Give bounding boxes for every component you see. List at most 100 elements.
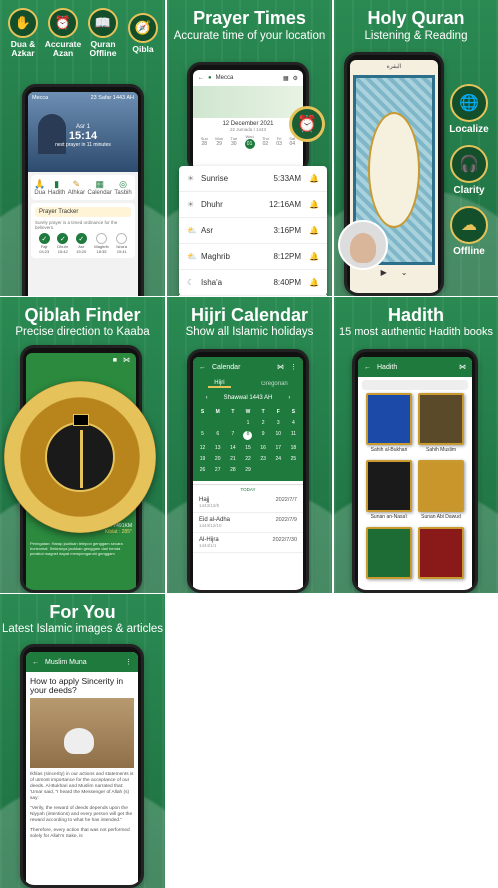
feature-qibla[interactable]: 🧭 Qibla	[124, 12, 162, 54]
bell-icon[interactable]: 🔔	[309, 174, 319, 183]
calendar-day[interactable]: 9	[256, 431, 271, 440]
week-day-number: 29	[216, 141, 222, 147]
calendar-day[interactable]: 13	[210, 445, 225, 451]
calendar-day[interactable]: 10	[271, 431, 286, 440]
calendar-day[interactable]: 26	[195, 467, 210, 473]
week-day[interactable]: Tue 30	[230, 136, 237, 147]
calendar-day[interactable]: 11	[286, 431, 301, 440]
tracker-day[interactable]: Isha'a 19:41	[116, 233, 128, 254]
calendar-day[interactable]: 29	[240, 467, 255, 473]
chevron-down-icon[interactable]: ⌄	[401, 268, 408, 277]
tab-hijri[interactable]: Hijri	[208, 380, 231, 388]
book-item[interactable]: Sahih al-Bukhari	[366, 393, 412, 454]
week-day[interactable]: Thu 02	[262, 136, 269, 147]
book-item[interactable]: Sunan an-Nasa'i	[366, 460, 412, 521]
calendar-day[interactable]: 7	[225, 431, 240, 440]
tracker-day[interactable]: ✓ Asr 15:20	[75, 233, 87, 254]
week-day-number: 02	[262, 141, 269, 147]
calendar-day[interactable]: 22	[240, 456, 255, 462]
back-arrow-icon[interactable]: ←	[32, 659, 39, 666]
tracker-day[interactable]: ✓ Fajr 04:23	[38, 233, 50, 254]
calendar-day[interactable]: 1	[240, 420, 255, 426]
holiday-row[interactable]: Hajj 1443/12/8 2022/7/7	[193, 493, 303, 513]
calendar-day[interactable]: 2	[256, 420, 271, 426]
week-day[interactable]: Mon 29	[215, 136, 223, 147]
tab-gregorian[interactable]: Gregorian	[261, 381, 288, 387]
prayer-row[interactable]: ⛅ Maghrib 8:12PM 🔔	[179, 244, 327, 270]
week-day[interactable]: Wed 01	[244, 134, 255, 149]
prayer-row[interactable]: ☀ Sunrise 5:33AM 🔔	[179, 166, 327, 192]
holiday-row[interactable]: Al-Hijra 1444/1/1 2022/7/30	[193, 533, 303, 553]
calendar-day[interactable]: 16	[256, 445, 271, 451]
gear-icon[interactable]: ⚙	[293, 75, 298, 82]
calendar-day[interactable]: 4	[286, 420, 301, 426]
weekday-header: S	[200, 409, 205, 415]
calendar-day[interactable]: 24	[271, 456, 286, 462]
prayer-row[interactable]: ☾ Isha'a 8:40PM 🔔	[179, 270, 327, 296]
selected-day[interactable]: 8	[243, 431, 253, 440]
compass-dial[interactable]	[4, 381, 156, 533]
menu-hadith[interactable]: ▮ Hadith	[48, 179, 65, 196]
calendar-day[interactable]: 14	[225, 445, 240, 451]
play-icon[interactable]: ▶	[381, 268, 387, 277]
back-arrow-icon[interactable]: ←	[364, 364, 371, 371]
bell-icon[interactable]: 🔔	[309, 200, 319, 209]
location-label[interactable]: Mecca	[216, 75, 234, 81]
tracker-day[interactable]: Maghrib 18:35	[94, 233, 109, 254]
tracker-day[interactable]: ✓ Dhuhr 15:42	[57, 233, 69, 254]
prayer-row[interactable]: ⛅ Asr 3:16PM 🔔	[179, 218, 327, 244]
prayer-tracker-card[interactable]: Prayer Tracker Surely prayer is a timed …	[31, 203, 135, 258]
bell-icon[interactable]: 🔔	[309, 226, 319, 235]
calendar-day[interactable]: 12	[195, 445, 210, 451]
feature-azan[interactable]: ⏰ Accurate Azan	[44, 8, 82, 58]
praying-person	[64, 728, 94, 754]
menu-calendar[interactable]: ▦ Calendar	[88, 179, 112, 196]
chevron-right-icon[interactable]: ›	[288, 395, 290, 401]
calendar-day[interactable]: 15	[240, 445, 255, 451]
feature-dua[interactable]: ✋ Dua & Azkar	[4, 8, 42, 58]
calendar-day[interactable]: 8	[240, 431, 255, 440]
back-arrow-icon[interactable]: ←	[199, 364, 206, 371]
menu-tasbih[interactable]: ◎ Tasbih	[114, 179, 131, 196]
calendar-day[interactable]: 28	[225, 467, 240, 473]
share-icon[interactable]: ⋈	[459, 363, 466, 371]
search-bar[interactable]	[362, 380, 468, 390]
calendar-day[interactable]: 19	[195, 456, 210, 462]
calendar-day[interactable]: 23	[256, 456, 271, 462]
more-icon[interactable]: ⋮	[290, 363, 297, 371]
book-item[interactable]	[366, 527, 412, 588]
calendar-day[interactable]: 18	[286, 445, 301, 451]
week-day[interactable]: Fri 03	[276, 136, 282, 147]
panel-subtitle: Precise direction to Kaaba	[15, 326, 150, 338]
bell-icon[interactable]: 🔔	[309, 252, 319, 261]
calendar-icon[interactable]: ▦	[283, 75, 289, 82]
calibration-note: Peringatan: Harap jauhkan telepon gengga…	[30, 541, 123, 556]
prayer-row[interactable]: ☀ Dhuhr 12:16AM 🔔	[179, 192, 327, 218]
feature-quran[interactable]: 📖 Quran Offline	[84, 8, 122, 58]
menu-dua[interactable]: 🙏 Dua	[34, 179, 45, 196]
calendar-day[interactable]: 20	[210, 456, 225, 462]
share-icon[interactable]: ⋈	[123, 356, 130, 364]
bell-icon[interactable]: 🔔	[309, 278, 319, 287]
prayer-name: Asr	[201, 226, 213, 235]
back-arrow-icon[interactable]: ←	[198, 75, 204, 81]
calendar-day[interactable]: 17	[271, 445, 286, 451]
book-item[interactable]	[418, 527, 464, 588]
calendar-day[interactable]: 25	[286, 456, 301, 462]
book-item[interactable]: Sunan Abi Dawud	[418, 460, 464, 521]
calendar-day[interactable]: 6	[210, 431, 225, 440]
calendar-day[interactable]: 3	[271, 420, 286, 426]
chevron-left-icon[interactable]: ‹	[206, 395, 208, 401]
calendar-day[interactable]: 21	[225, 456, 240, 462]
tasbih-icon: ◎	[119, 179, 127, 189]
more-icon[interactable]: ⋮	[125, 658, 132, 666]
calendar-day[interactable]: 5	[195, 431, 210, 440]
week-day-label: Wed	[245, 134, 254, 139]
location-label[interactable]: Mecca	[32, 95, 48, 101]
share-icon[interactable]: ⋈	[277, 363, 284, 371]
holiday-row[interactable]: Eid al-Adha 1443/12/10 2022/7/9	[193, 513, 303, 533]
calendar-day[interactable]: 27	[210, 467, 225, 473]
week-day[interactable]: Sun 28	[201, 136, 208, 147]
book-item[interactable]: Sahih Muslim	[418, 393, 464, 454]
menu-athkar[interactable]: ✎ Athkar	[68, 179, 85, 196]
